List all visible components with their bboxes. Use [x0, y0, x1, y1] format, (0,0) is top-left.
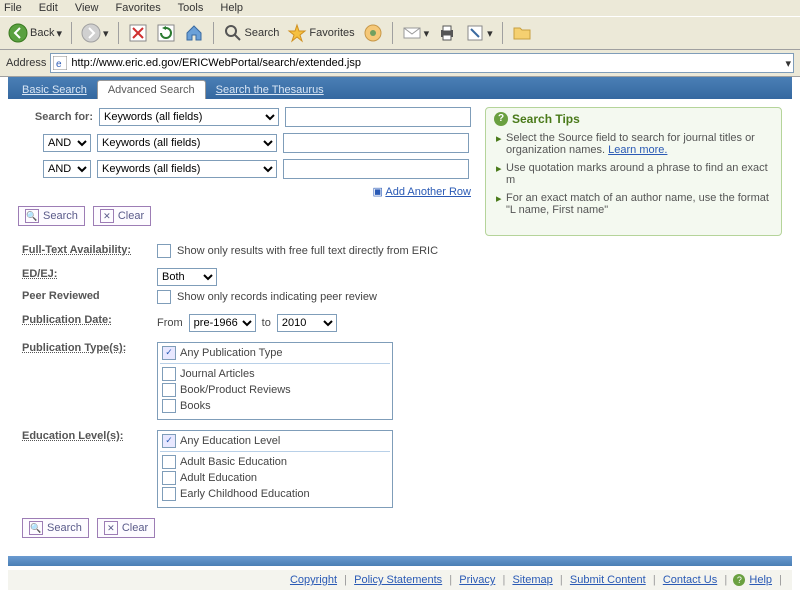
history-button[interactable]	[361, 21, 385, 45]
print-icon	[437, 23, 457, 43]
dropdown-icon[interactable]: ▾	[785, 57, 791, 70]
pubtype-label: Publication Type(s):	[22, 342, 147, 354]
browser-toolbar: Back ▾ ▾ Search Favorites	[0, 16, 800, 50]
field-select-1[interactable]: Keywords (all fields)	[99, 108, 279, 126]
footer-link[interactable]: Submit Content	[570, 574, 646, 586]
clear-button[interactable]: ✕Clear	[93, 206, 151, 226]
pubtype-check[interactable]	[162, 399, 176, 413]
tab-basic[interactable]: Basic Search	[12, 81, 97, 99]
pubtype-check[interactable]	[162, 367, 176, 381]
folder-button[interactable]	[510, 21, 534, 45]
year-to-select[interactable]: 2010	[277, 314, 337, 332]
pubdate-label: Publication Date:	[22, 314, 147, 326]
field-select-2[interactable]: Keywords (all fields)	[97, 134, 277, 152]
edej-select[interactable]: Both	[157, 268, 217, 286]
svg-text:e: e	[56, 59, 62, 70]
clear-button-2[interactable]: ✕Clear	[97, 518, 155, 538]
forward-icon	[81, 23, 101, 43]
home-icon	[184, 23, 204, 43]
ie-page-icon: e	[53, 56, 67, 70]
favorites-button[interactable]: Favorites	[285, 21, 356, 45]
edulevel-check[interactable]	[162, 471, 176, 485]
help-icon: ?	[733, 574, 745, 586]
edej-label: ED/EJ:	[22, 268, 147, 280]
address-bar: Address e http://www.eric.ed.gov/ERICWeb…	[0, 50, 800, 77]
pubtype-check-any[interactable]	[162, 346, 176, 360]
dropdown-icon: ▾	[103, 27, 109, 40]
history-icon	[363, 23, 383, 43]
term-input-1[interactable]	[285, 107, 471, 127]
learn-more-link[interactable]: Learn more.	[608, 144, 667, 156]
op-select-1[interactable]: AND	[43, 134, 91, 152]
search-icon	[223, 23, 243, 43]
address-label: Address	[6, 57, 46, 69]
star-icon	[287, 23, 307, 43]
search-tabs: Basic Search Advanced Search Search the …	[8, 77, 792, 99]
info-icon: ?	[494, 112, 508, 126]
footer-help-link[interactable]: Help	[749, 574, 772, 586]
divider-bar	[8, 556, 792, 566]
peer-checkbox[interactable]	[157, 290, 171, 304]
edulevel-check-any[interactable]	[162, 434, 176, 448]
mail-button[interactable]: ▾	[400, 21, 432, 45]
page-content: Basic Search Advanced Search Search the …	[0, 77, 800, 598]
year-from-select[interactable]: pre-1966	[189, 314, 256, 332]
menu-help[interactable]: Help	[220, 2, 243, 14]
stop-button[interactable]	[126, 21, 150, 45]
fulltext-label: Full-Text Availability:	[22, 244, 147, 256]
edulevel-check[interactable]	[162, 487, 176, 501]
menu-bar: File Edit View Favorites Tools Help	[0, 0, 800, 16]
back-button[interactable]: Back ▾	[6, 21, 64, 45]
menu-tools[interactable]: Tools	[178, 2, 204, 14]
print-button[interactable]	[435, 21, 459, 45]
dropdown-icon: ▾	[56, 27, 62, 40]
refresh-button[interactable]	[154, 21, 178, 45]
footer-link[interactable]: Privacy	[459, 574, 495, 586]
pubtype-check[interactable]	[162, 383, 176, 397]
filters-section: Full-Text Availability: Show only result…	[8, 240, 792, 552]
refresh-icon	[156, 23, 176, 43]
menu-favorites[interactable]: Favorites	[116, 2, 161, 14]
menu-view[interactable]: View	[75, 2, 99, 14]
forward-button[interactable]: ▾	[79, 21, 111, 45]
tip-item: Select the Source field to search for jo…	[506, 132, 773, 156]
edit-button[interactable]: ▾	[463, 21, 495, 45]
footer-link[interactable]: Sitemap	[512, 574, 552, 586]
op-select-2[interactable]: AND	[43, 160, 91, 178]
stop-icon	[128, 23, 148, 43]
mail-icon	[402, 23, 422, 43]
fulltext-checkbox[interactable]	[157, 244, 171, 258]
footer: Copyright | Policy Statements | Privacy …	[8, 570, 792, 590]
edulevel-label: Education Level(s):	[22, 430, 147, 442]
footer-link[interactable]: Policy Statements	[354, 574, 442, 586]
search-button[interactable]: Search	[221, 21, 282, 45]
pubtype-listbox[interactable]: Any Publication Type Journal Articles Bo…	[157, 342, 393, 420]
search-submit-button[interactable]: 🔍Search	[18, 206, 85, 226]
tab-advanced[interactable]: Advanced Search	[97, 80, 206, 99]
footer-link[interactable]: Contact Us	[663, 574, 717, 586]
field-select-3[interactable]: Keywords (all fields)	[97, 160, 277, 178]
menu-file[interactable]: File	[4, 2, 22, 14]
term-input-3[interactable]	[283, 159, 469, 179]
peer-label: Peer Reviewed	[22, 290, 147, 302]
folder-icon	[512, 23, 532, 43]
add-another-row-link[interactable]: Add Another Row	[385, 186, 471, 198]
add-row-icon: ▣	[373, 186, 383, 198]
back-icon	[8, 23, 28, 43]
edulevel-check[interactable]	[162, 455, 176, 469]
edulevel-listbox[interactable]: Any Education Level Adult Basic Educatio…	[157, 430, 393, 508]
address-input[interactable]: e http://www.eric.ed.gov/ERICWebPortal/s…	[50, 53, 794, 73]
tab-thesaurus[interactable]: Search the Thesaurus	[206, 81, 334, 99]
search-submit-button-2[interactable]: 🔍Search	[22, 518, 89, 538]
tip-item: Use quotation marks around a phrase to f…	[506, 162, 773, 186]
home-button[interactable]	[182, 21, 206, 45]
footer-link[interactable]: Copyright	[290, 574, 337, 586]
search-tips-panel: ?Search Tips Select the Source field to …	[485, 107, 782, 236]
edit-icon	[465, 23, 485, 43]
menu-edit[interactable]: Edit	[39, 2, 58, 14]
tip-item: For an exact match of an author name, us…	[506, 192, 773, 216]
term-input-2[interactable]	[283, 133, 469, 153]
search-for-label: Search for:	[18, 111, 93, 123]
